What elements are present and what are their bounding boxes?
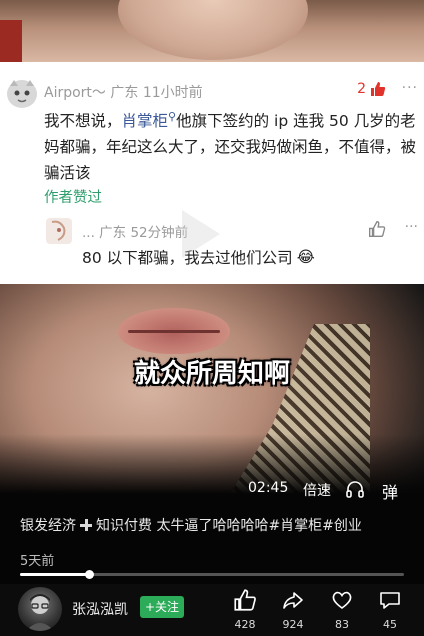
share-icon	[283, 592, 303, 609]
thumb-up-filled-icon	[371, 82, 386, 96]
decor-red	[0, 20, 22, 62]
reply-meta: ... 广东 52分钟前	[82, 225, 189, 241]
author-avatar-icon	[26, 594, 54, 631]
bottom-bar: 张泓泓凯 +关注 428 924 83 45	[0, 584, 424, 636]
video-player[interactable]: 就众所周知啊	[0, 284, 424, 584]
comment-text-part1: 我不想说，	[44, 112, 122, 131]
thumb-up-icon[interactable]	[368, 220, 386, 238]
more-icon[interactable]: ···	[402, 80, 418, 96]
share-action[interactable]: 924	[275, 588, 311, 631]
player-controls: 02:45 倍速 弹	[0, 480, 424, 502]
comment-location-time: 广东 11小时前	[110, 85, 203, 101]
search-mini-icon: ⚲	[168, 110, 177, 123]
comment-like-button[interactable]: 2	[357, 81, 386, 97]
comment-like-count: 2	[357, 81, 366, 97]
post-date: 5天前	[20, 554, 55, 569]
follow-button[interactable]: +关注	[140, 596, 184, 618]
tag-silver-economy[interactable]: 银发经济	[20, 515, 76, 535]
author-name[interactable]: 张泓泓凯	[72, 599, 128, 619]
comment-action[interactable]: 45	[372, 588, 408, 631]
share-count: 924	[282, 618, 304, 631]
video-subtitle: 就众所周知啊	[133, 359, 290, 389]
plus-icon	[80, 519, 92, 531]
like-icon	[234, 589, 256, 611]
airport-avatar-icon[interactable]	[4, 78, 40, 110]
speed-button[interactable]: 倍速	[303, 480, 331, 500]
author-avatar[interactable]	[18, 587, 62, 631]
play-icon[interactable]	[182, 210, 220, 258]
top-video-frame[interactable]	[0, 0, 424, 62]
mention-link[interactable]: 肖掌柜	[122, 112, 169, 130]
danmu-toggle[interactable]: 弹	[382, 479, 398, 503]
video-time: 02:45	[248, 480, 289, 496]
reply-more-icon[interactable]: ···	[405, 219, 418, 235]
favorite-count: 83	[335, 618, 349, 631]
like-count: 428	[234, 618, 256, 631]
author-liked-badge: 作者赞过	[44, 190, 102, 206]
laugh-cry-emoji: 😂	[296, 248, 315, 266]
video-lips	[118, 308, 230, 354]
comment-count: 45	[383, 618, 397, 631]
video-description: 银发经济 知识付费 太牛逼了哈哈哈哈#肖掌柜#创业	[20, 515, 420, 535]
comment-username[interactable]: Airport～	[44, 85, 106, 101]
favorite-action[interactable]: 83	[324, 588, 360, 631]
tag-knowledge-pay[interactable]: 知识付费	[96, 515, 152, 535]
lips-line	[128, 330, 220, 333]
comment-text: 我不想说，肖掌柜⚲他旗下签约的 ip 连我 50 几岁的老妈都骗，年纪这么大了，…	[44, 104, 420, 186]
progress-fill	[20, 573, 90, 576]
reply-avatar[interactable]	[46, 218, 72, 244]
comment-icon	[380, 592, 400, 609]
like-action[interactable]: 428	[227, 588, 263, 631]
star-icon	[332, 591, 352, 609]
comment-user-meta: Airport～ 广东 11小时前	[44, 82, 203, 102]
comment-card: Airport～ 广东 11小时前 2 ··· 我不想说，肖掌柜⚲他旗下签约的 …	[0, 62, 424, 284]
face-chin	[118, 0, 308, 60]
description-text[interactable]: 太牛逼了哈哈哈哈#肖掌柜#创业	[156, 515, 361, 535]
progress-bar[interactable]	[20, 570, 404, 579]
video-dark-area	[0, 434, 424, 584]
headphone-icon[interactable]	[345, 480, 365, 500]
reply-avatar-icon	[51, 220, 66, 241]
